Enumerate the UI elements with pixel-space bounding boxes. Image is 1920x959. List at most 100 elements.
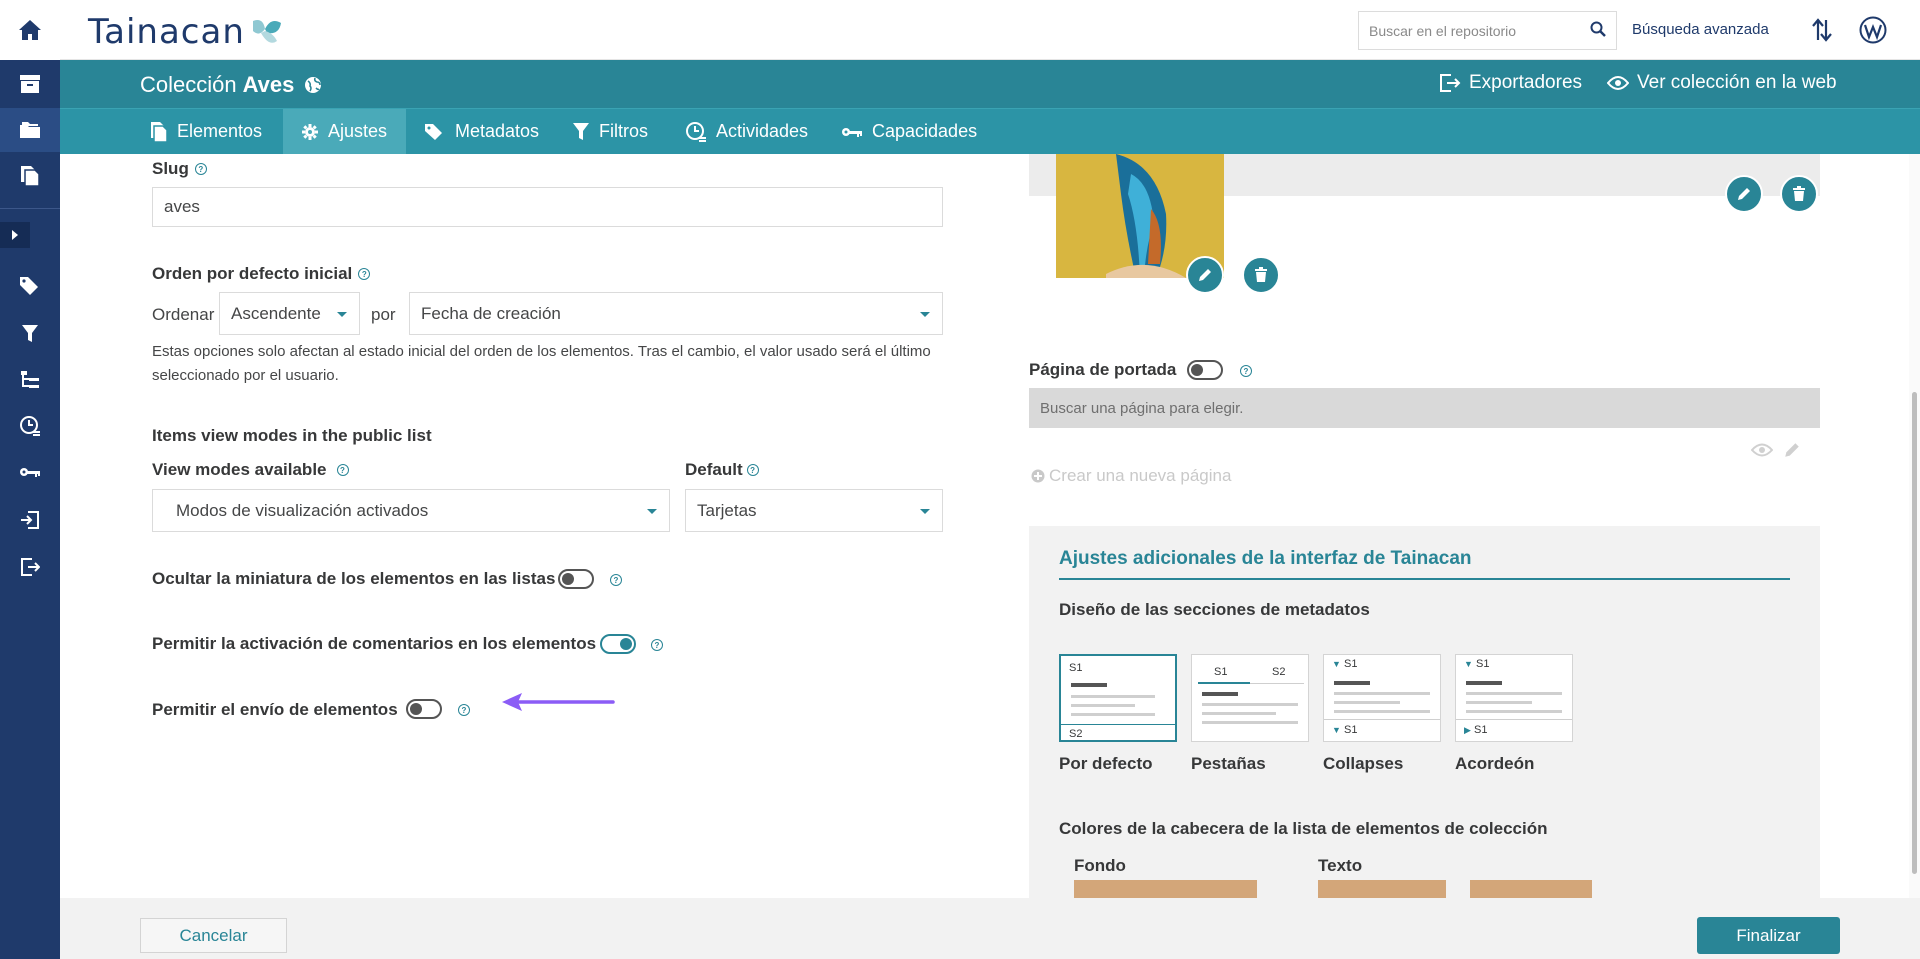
tab-capacidades[interactable]: Capacidades: [823, 109, 995, 154]
help-icon[interactable]: ?: [1240, 365, 1252, 377]
layout-option-default[interactable]: S1 S2: [1059, 654, 1177, 742]
tab-filtros[interactable]: Filtros: [554, 109, 666, 154]
layout-option-accordion[interactable]: ▼ S1 ▶ S1: [1455, 654, 1573, 742]
comments-toggle[interactable]: [600, 634, 636, 654]
view-modes-select[interactable]: Modos de visualización activados: [152, 489, 670, 532]
background-color-swatch[interactable]: [1074, 880, 1257, 898]
submission-toggle[interactable]: [406, 699, 442, 719]
text-color-swatch-alt[interactable]: [1470, 880, 1592, 898]
order-direction-select[interactable]: Ascendente: [219, 292, 360, 335]
help-icon[interactable]: ?: [336, 464, 349, 476]
filter-icon[interactable]: [0, 312, 60, 356]
layout-option-tabs[interactable]: S1 S2: [1191, 654, 1309, 742]
chevron-down-icon: [337, 311, 347, 317]
collections-icon[interactable]: [0, 108, 60, 152]
edit-header-button[interactable]: [1725, 175, 1763, 213]
layout-section-label: S1: [1473, 724, 1488, 736]
plus-circle-icon: [1031, 469, 1045, 483]
taxonomy-icon[interactable]: [0, 358, 60, 402]
items-icon: [151, 121, 168, 143]
help-icon[interactable]: ?: [358, 268, 371, 280]
logo-text: Tainacan: [88, 12, 245, 52]
key-icon[interactable]: [0, 450, 60, 494]
hide-thumb-label: Ocultar la miniatura de los elementos en…: [152, 569, 556, 588]
layout-name: Collapses: [1323, 754, 1404, 773]
tab-metadatos[interactable]: Metadatos: [406, 109, 557, 154]
collection-header: Colección Aves Exportadores Ver colecció…: [60, 60, 1920, 108]
tab-label: Filtros: [599, 121, 648, 141]
create-page-label: Crear una nueva página: [1049, 466, 1232, 485]
layout-name: Acordeón: [1455, 754, 1535, 773]
sort-arrows-icon[interactable]: [1812, 18, 1832, 47]
pencil-icon: [1199, 269, 1211, 281]
layout-name: Por defecto: [1059, 754, 1153, 773]
slug-label: Slug ?: [152, 159, 207, 179]
form-footer: Cancelar Finalizar: [60, 898, 1920, 959]
text-color-swatch[interactable]: [1318, 880, 1446, 898]
cover-page-search[interactable]: Buscar una página para elegir.: [1029, 388, 1820, 428]
layout-section-label: S2: [1069, 728, 1083, 740]
cover-page-label: Página de portada: [1029, 360, 1177, 379]
help-icon[interactable]: ?: [194, 163, 207, 175]
layout-section-label: S1: [1343, 658, 1358, 670]
search-icon[interactable]: [1590, 21, 1606, 42]
view-collection-link[interactable]: Ver colección en la web: [1607, 72, 1837, 94]
edit-thumbnail-button[interactable]: [1186, 256, 1224, 294]
exporters-icon[interactable]: [0, 545, 60, 589]
key-icon: [842, 127, 862, 137]
tags-icon[interactable]: [0, 264, 60, 308]
exporters-link[interactable]: Exportadores: [1439, 72, 1582, 94]
slug-value: aves: [164, 197, 200, 216]
help-icon[interactable]: ?: [458, 704, 470, 716]
search-input[interactable]: [1369, 22, 1579, 39]
tab-elementos[interactable]: Elementos: [132, 109, 280, 154]
layout-option-collapses[interactable]: ▼ S1 ▼ S1: [1323, 654, 1441, 742]
finish-button[interactable]: Finalizar: [1697, 917, 1840, 954]
expand-sidebar-icon[interactable]: [0, 222, 30, 248]
delete-header-button[interactable]: [1780, 175, 1818, 213]
tainacan-logo[interactable]: Tainacan: [88, 12, 283, 52]
default-view-select[interactable]: Tarjetas: [685, 489, 943, 532]
items-icon[interactable]: [0, 154, 60, 198]
cancel-button[interactable]: Cancelar: [140, 918, 287, 953]
order-label: Orden por defecto inicial ?: [152, 264, 371, 284]
order-by-select[interactable]: Fecha de creación: [409, 292, 943, 335]
triangle-right-icon: ▶: [1464, 725, 1471, 735]
delete-thumbnail-button[interactable]: [1242, 256, 1280, 294]
help-icon[interactable]: ?: [651, 639, 663, 651]
comments-label: Permitir la activación de comentarios en…: [152, 634, 597, 653]
importers-icon[interactable]: [0, 498, 60, 542]
tab-label: Ajustes: [328, 121, 388, 141]
create-page-link[interactable]: Crear una nueva página: [1031, 466, 1231, 486]
advanced-search-link[interactable]: Búsqueda avanzada: [1632, 21, 1769, 38]
tab-actividades[interactable]: Actividades: [667, 109, 826, 154]
view-modes-label-text: View modes available: [152, 460, 327, 479]
additional-settings-panel: Ajustes adicionales de la interfaz de Ta…: [1029, 526, 1820, 898]
help-icon[interactable]: ?: [746, 464, 759, 476]
gear-icon: [302, 123, 318, 140]
repository-search[interactable]: [1358, 11, 1617, 50]
activities-icon: [686, 121, 706, 142]
archive-icon[interactable]: [0, 62, 60, 106]
view-modes-label: View modes available ?: [152, 460, 349, 480]
collection-name: Aves: [242, 72, 295, 97]
triangle-down-icon: ▼: [1332, 725, 1341, 735]
eye-icon[interactable]: [1750, 443, 1774, 462]
help-icon[interactable]: ?: [610, 574, 622, 586]
layout-section-label: S2: [1272, 666, 1286, 678]
order-direction-value: Ascendente: [231, 303, 321, 323]
pencil-icon: [1738, 188, 1750, 200]
activities-icon[interactable]: [0, 404, 60, 448]
home-icon[interactable]: [0, 0, 60, 60]
hide-thumb-toggle[interactable]: [558, 569, 594, 589]
scrollbar-thumb[interactable]: [1912, 392, 1917, 874]
filter-icon: [573, 122, 589, 140]
pencil-icon[interactable]: [1783, 441, 1801, 464]
wordpress-icon[interactable]: [1859, 16, 1887, 49]
slug-input[interactable]: aves: [152, 187, 943, 227]
layout-section-label: S1: [1343, 724, 1358, 736]
tab-ajustes[interactable]: Ajustes: [283, 109, 406, 154]
cover-page-toggle[interactable]: [1187, 360, 1223, 380]
toggle-knob: [620, 638, 632, 650]
chevron-down-icon: [647, 508, 657, 514]
